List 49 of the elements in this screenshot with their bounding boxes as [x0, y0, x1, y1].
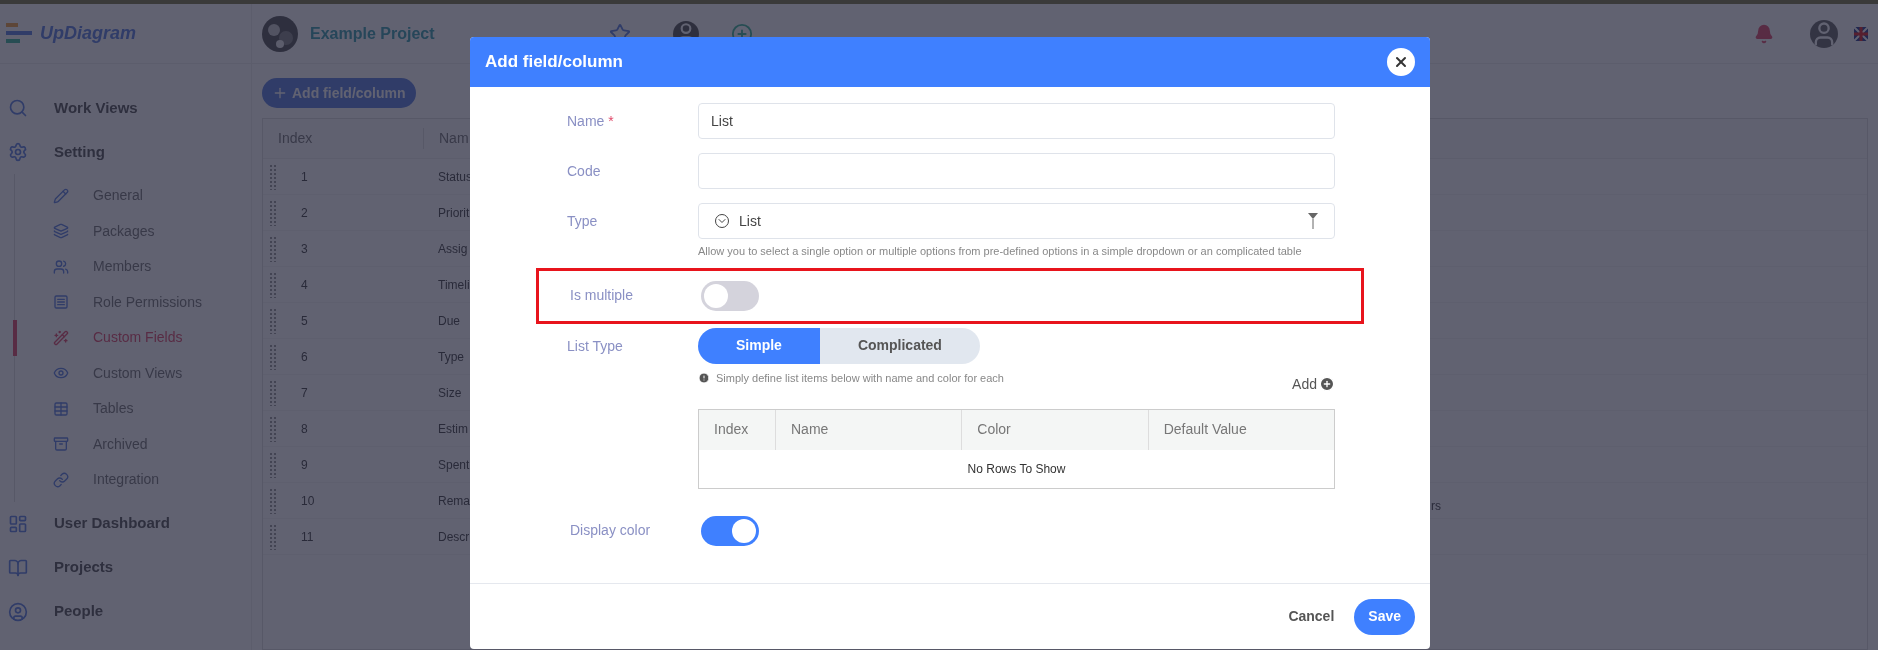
table-cell-text: Timeli	[437, 276, 470, 294]
table-cell-text: Assig	[437, 240, 468, 258]
table-cell-text: Type	[437, 348, 464, 366]
table-cell-text: Estim	[437, 420, 468, 438]
table-cell-text: 4	[300, 276, 309, 294]
table-cell-text: Due	[437, 312, 460, 330]
table-cell-text: 11	[300, 528, 315, 546]
segment-tab[interactable]: Complicated	[819, 327, 980, 364]
column-header: Default Value	[1147, 409, 1334, 450]
field-label: Name *	[567, 112, 615, 131]
table-cell-text: Spent	[437, 456, 470, 474]
info-icon	[698, 371, 710, 384]
table-cell-text: 7	[300, 384, 309, 402]
toggle-switch[interactable]	[701, 515, 759, 546]
text-field[interactable]	[698, 153, 1335, 189]
field-label: Type	[567, 212, 599, 231]
column-header: Name	[775, 409, 962, 450]
segment-tab[interactable]: Simple	[698, 327, 820, 364]
cancel-button[interactable]: Cancel	[1284, 606, 1339, 627]
table-cell-text: Size	[437, 384, 462, 402]
table-cell-text: 3	[300, 240, 309, 258]
column-header: Index	[713, 420, 750, 439]
table-cell-text: 8	[300, 420, 309, 438]
field-label: Is multiple	[570, 286, 635, 305]
table-cell-text: Priorit	[437, 204, 470, 222]
table-cell-text: 9	[300, 456, 309, 474]
save-button[interactable]: Save	[1354, 598, 1415, 635]
text-field[interactable]: List	[698, 103, 1335, 139]
table-cell-text: 1	[300, 168, 309, 186]
empty-message: No Rows To Show	[967, 460, 1066, 478]
table-cell-text: Descr	[437, 528, 470, 546]
add-button[interactable]: Add	[1292, 373, 1335, 395]
field-label: List Type	[567, 336, 624, 356]
dialog-title: Add field/column	[485, 51, 623, 74]
plus-icon	[1319, 376, 1335, 392]
caret-icon	[1308, 213, 1318, 229]
toggle-switch[interactable]	[701, 280, 759, 311]
close-icon	[1393, 54, 1409, 70]
table-cell-text: Status	[437, 168, 473, 186]
close-button[interactable]	[1387, 48, 1415, 76]
table-cell-text: 2	[300, 204, 309, 222]
hint-text: Simply define list items below with name and color for each	[716, 370, 1004, 386]
table-cell-text: 10	[300, 492, 316, 510]
column-header: Color	[961, 409, 1148, 450]
table-cell-text: 5	[300, 312, 309, 330]
field-label: Display color	[570, 521, 652, 540]
field-label: Code	[567, 162, 602, 181]
hint-text: Allow you to select a single option or multiple options from pre-defined options in a simple dropdown or an complicated table	[698, 244, 1303, 259]
type-dropdown[interactable]: List	[698, 203, 1335, 239]
